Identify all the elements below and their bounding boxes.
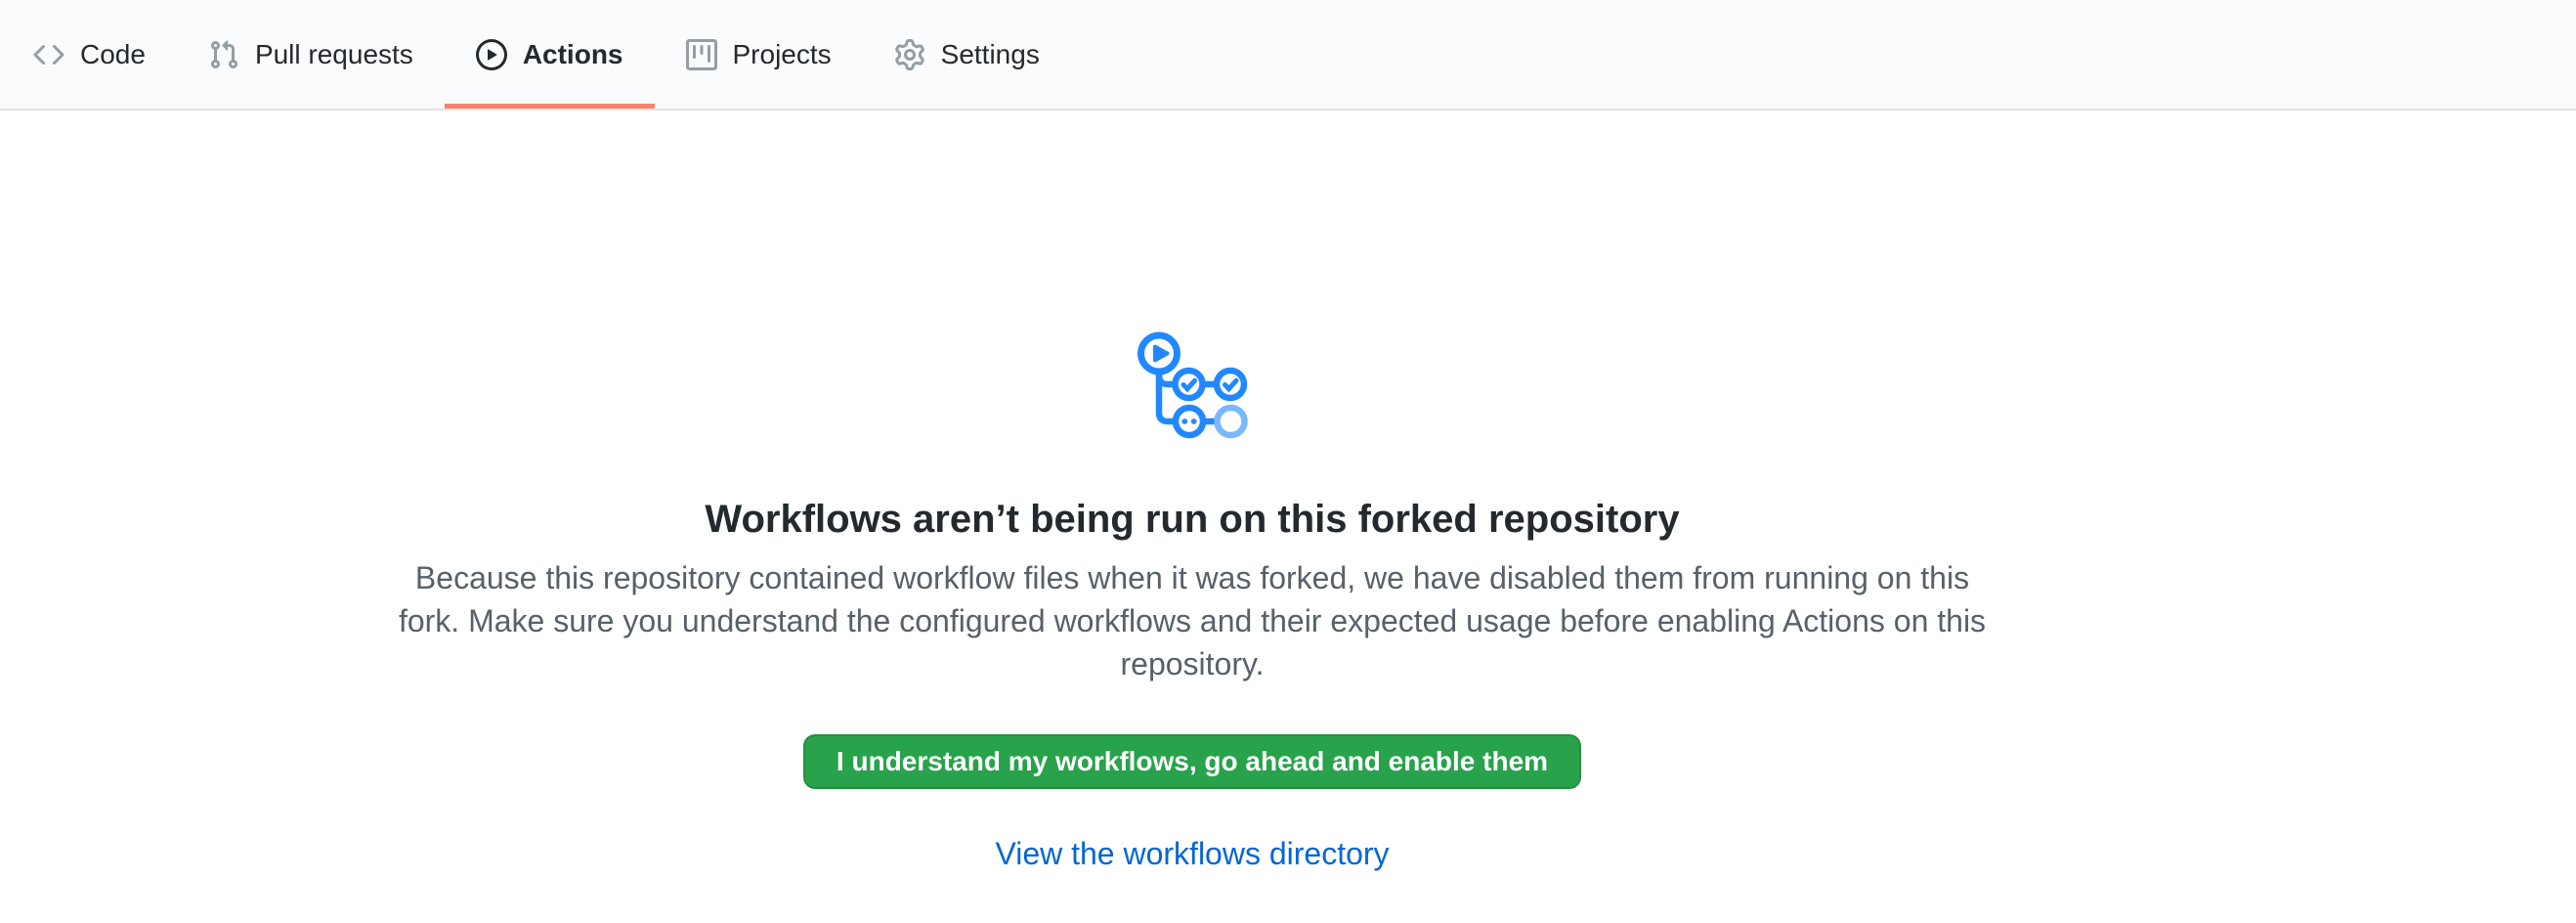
tab-label: Pull requests	[255, 41, 413, 68]
play-icon	[476, 39, 507, 70]
code-icon	[33, 39, 64, 70]
gear-icon	[894, 39, 925, 70]
view-workflows-directory-link[interactable]: View the workflows directory	[995, 836, 1389, 871]
description-text: Because this repository contained workfl…	[391, 556, 1994, 685]
tab-pull-requests[interactable]: Pull requests	[177, 0, 445, 109]
actions-disabled-panel: Workflows aren’t being run on this forke…	[0, 110, 2384, 872]
tab-label: Settings	[941, 41, 1040, 68]
project-icon	[686, 39, 717, 70]
workflow-graph-icon	[1137, 329, 1248, 440]
tab-projects[interactable]: Projects	[655, 0, 863, 109]
tab-label: Projects	[733, 41, 832, 68]
page-title: Workflows aren’t being run on this forke…	[0, 496, 2384, 543]
git-pull-request-icon	[208, 39, 239, 70]
link-row: View the workflows directory	[0, 836, 2384, 872]
tab-label: Actions	[523, 41, 623, 68]
tab-actions[interactable]: Actions	[445, 0, 655, 109]
tab-settings[interactable]: Settings	[863, 0, 1071, 109]
tab-code[interactable]: Code	[2, 0, 177, 109]
enable-workflows-button[interactable]: I understand my workflows, go ahead and …	[803, 734, 1581, 789]
tab-label: Code	[80, 41, 146, 68]
repo-nav: Code Pull requests Actions Projects Sett…	[0, 0, 2576, 110]
button-row: I understand my workflows, go ahead and …	[0, 685, 2384, 789]
